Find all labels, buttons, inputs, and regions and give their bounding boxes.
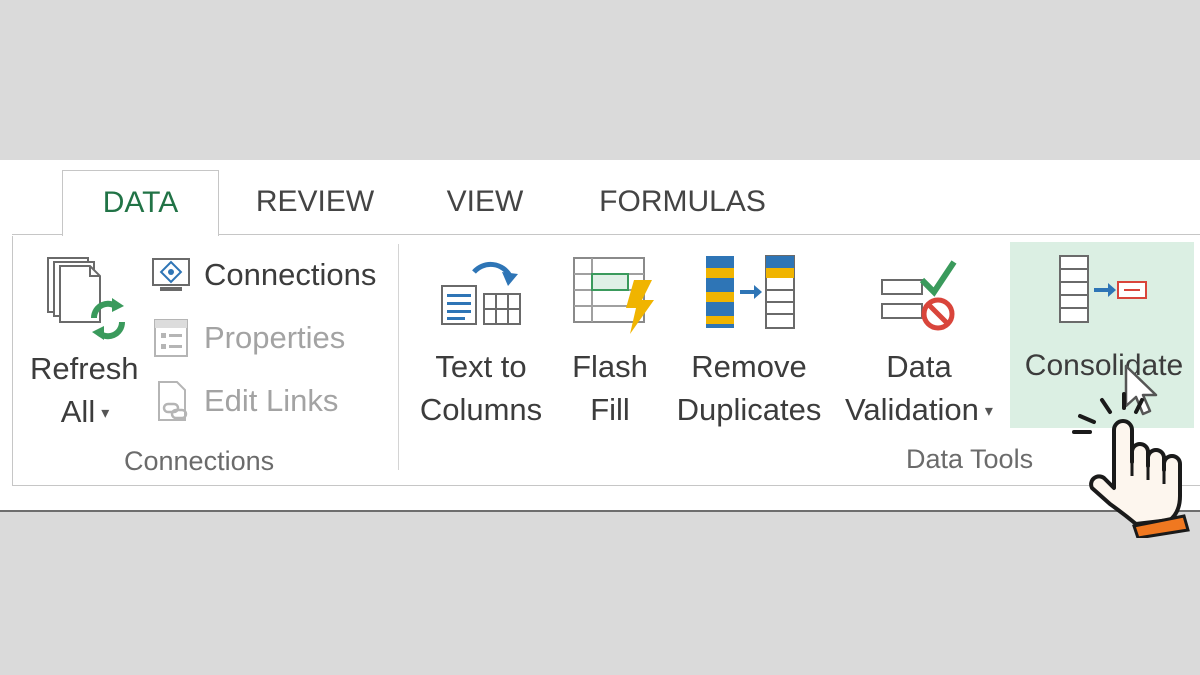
- pointing-hand-icon: [1072, 392, 1190, 538]
- data-validation-label-line2: Validation ▾: [834, 388, 1004, 433]
- properties-label: Properties: [204, 320, 346, 355]
- refresh-label-line1: Refresh: [30, 351, 139, 386]
- remove-duplicates-button[interactable]: Remove Duplicates: [672, 250, 826, 440]
- tab-baseline: [12, 234, 62, 235]
- ribbon-tabs: DATA REVIEW VIEW FORMULAS: [0, 160, 1200, 236]
- flash-fill-icon: [573, 257, 654, 334]
- edit-links-button[interactable]: Edit Links: [150, 376, 338, 426]
- remove-duplicates-icon: [706, 255, 795, 329]
- dropdown-caret-icon: ▾: [984, 403, 993, 421]
- refresh-all-icon: [47, 257, 126, 340]
- properties-button[interactable]: Properties: [150, 313, 345, 363]
- data-validation-icon: [881, 260, 957, 331]
- remove-duplicates-label-line1: Remove: [691, 349, 807, 384]
- text-to-columns-button[interactable]: Text to Columns: [412, 250, 552, 440]
- tab-formulas[interactable]: FORMULAS: [580, 170, 785, 236]
- tab-baseline: [219, 234, 1200, 235]
- refresh-all-button[interactable]: Refresh All ▾: [30, 250, 140, 440]
- group-separator: [398, 244, 399, 470]
- data-tools-group-label: Data Tools: [906, 444, 1034, 474]
- tab-view[interactable]: VIEW: [430, 170, 540, 236]
- tab-data[interactable]: DATA: [62, 170, 219, 236]
- properties-icon: [154, 319, 188, 357]
- text-to-columns-label-line2: Columns: [419, 392, 543, 427]
- data-validation-label-line1: Data: [886, 349, 952, 384]
- data-validation-button[interactable]: Data Validation ▾: [834, 250, 1004, 440]
- flash-fill-button[interactable]: Flash Fill: [562, 250, 658, 440]
- refresh-label-line2: All ▾: [30, 390, 140, 435]
- consolidate-label: Consolidate: [1024, 349, 1184, 382]
- flash-fill-label-line1: Flash: [572, 349, 648, 384]
- edit-links-label: Edit Links: [204, 383, 339, 418]
- connections-button[interactable]: Connections: [150, 250, 376, 300]
- dropdown-caret-icon: ▾: [101, 405, 110, 423]
- tab-review[interactable]: REVIEW: [240, 170, 390, 236]
- connections-icon: [152, 258, 190, 291]
- connections-label: Connections: [204, 257, 377, 292]
- text-to-columns-icon: [441, 261, 521, 325]
- flash-fill-label-line2: Fill: [590, 392, 630, 427]
- connections-group-label: Connections: [124, 446, 275, 476]
- edit-links-icon: [158, 381, 188, 421]
- consolidate-icon: [1059, 255, 1147, 323]
- text-to-columns-label-line1: Text to: [435, 349, 527, 384]
- remove-duplicates-label-line2: Duplicates: [676, 392, 822, 427]
